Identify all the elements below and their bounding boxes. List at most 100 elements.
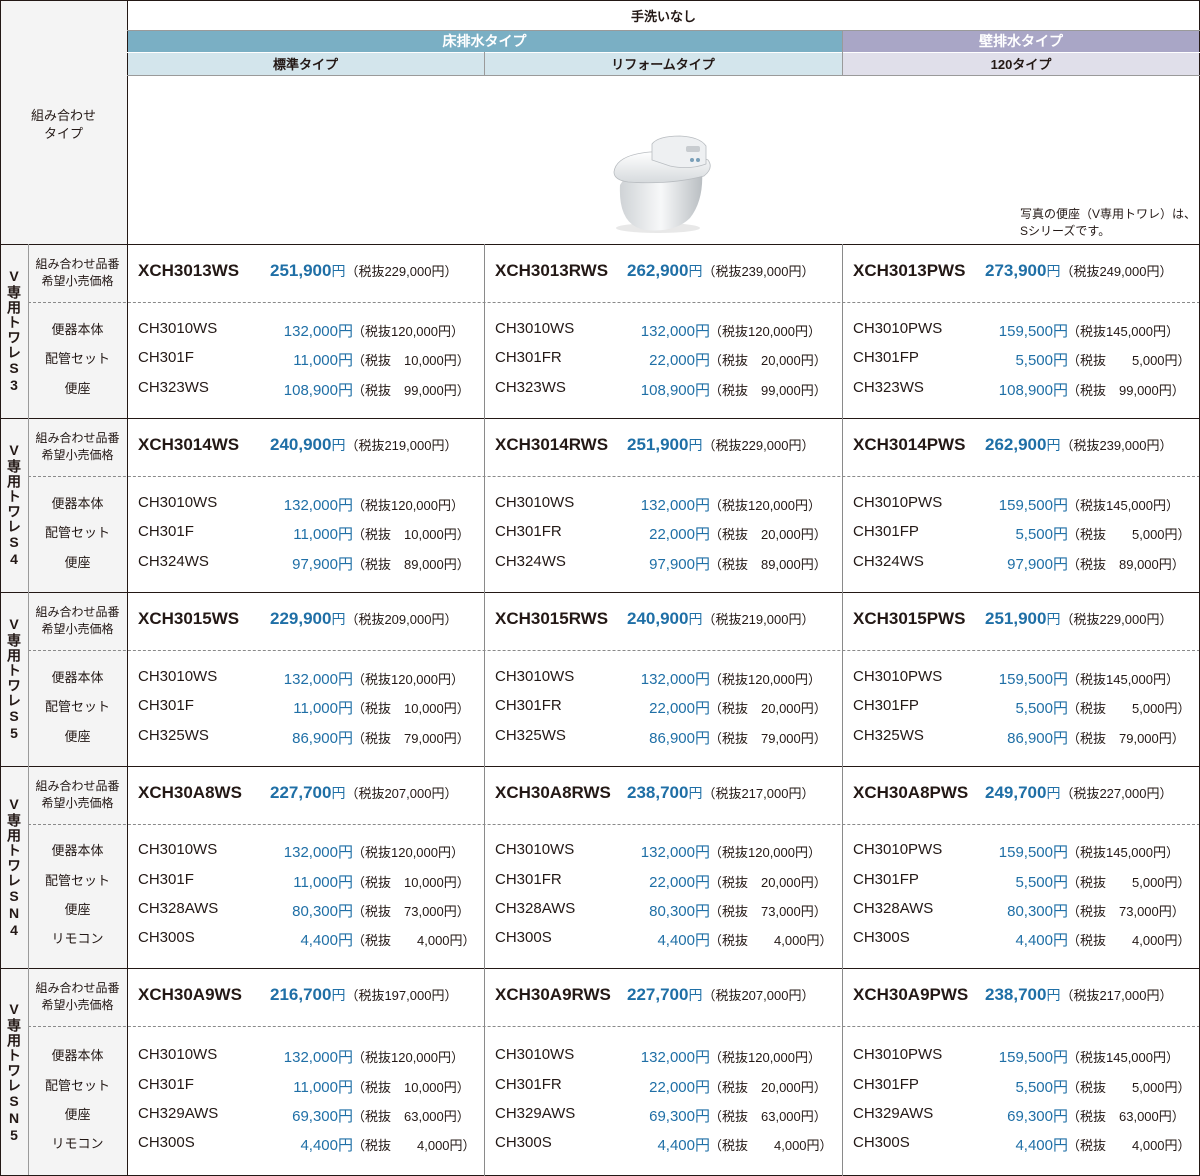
part-tax: （税抜 10,000円） bbox=[352, 353, 470, 369]
sub-120-type: 120タイプ bbox=[842, 52, 1200, 75]
block-divider bbox=[0, 244, 1200, 245]
combo-code: XCH3015WS bbox=[138, 609, 240, 628]
combo-price: 240,900円（税抜219,000円） bbox=[270, 435, 457, 455]
part-price: 97,900円 bbox=[292, 555, 353, 573]
part-tax: （税抜120,000円） bbox=[352, 672, 464, 688]
part-code: CH300S bbox=[495, 1134, 552, 1152]
item-label: 便器本体 bbox=[51, 496, 104, 512]
sub-reform-type: リフォームタイプ bbox=[484, 52, 842, 75]
combo-price-yen: 円 bbox=[331, 437, 346, 453]
part-code: CH329AWS bbox=[853, 1105, 934, 1122]
part-code: CH301F bbox=[138, 349, 194, 367]
part-tax: （税抜 5,000円） bbox=[1067, 874, 1191, 890]
part-code: CH300S bbox=[495, 929, 552, 947]
combo-code: XCH3013PWS bbox=[853, 261, 966, 280]
part-tax: （税抜 5,000円） bbox=[1067, 1079, 1191, 1095]
combo-price: 229,900円（税抜209,000円） bbox=[270, 609, 457, 629]
part-code: CH3010WS bbox=[138, 494, 218, 512]
combo-tax: （税抜227,000円） bbox=[1060, 786, 1173, 801]
part-tax: （税抜145,000円） bbox=[1067, 324, 1179, 340]
combo-price: 227,700円（税抜207,000円） bbox=[627, 985, 814, 1005]
combo-label: 組み合わせ品番 希望小売価格 bbox=[35, 431, 120, 462]
part-price: 132,000円 bbox=[283, 497, 353, 515]
combo-price-value: 251,900 bbox=[985, 609, 1047, 628]
part-tax: （税抜 20,000円） bbox=[709, 353, 827, 369]
item-label: 便器本体 bbox=[51, 1048, 104, 1064]
combo-price-yen: 円 bbox=[688, 263, 703, 279]
part-code: CH301FR bbox=[495, 870, 562, 888]
part-price: 11,000円 bbox=[293, 873, 353, 891]
combo-code: XCH3015RWS bbox=[495, 609, 609, 628]
combo-code: XCH30A8RWS bbox=[495, 783, 611, 802]
part-tax: （税抜 4,000円） bbox=[1067, 933, 1191, 949]
part-tax: （税抜 73,000円） bbox=[352, 904, 470, 919]
part-code: CH323WS bbox=[853, 378, 924, 396]
part-price: 5,500円 bbox=[1015, 526, 1068, 544]
part-price: 22,000円 bbox=[649, 1078, 710, 1096]
combo-price-value: 262,900 bbox=[985, 435, 1047, 454]
part-code: CH300S bbox=[853, 929, 910, 947]
part-tax: （税抜145,000円） bbox=[1067, 672, 1179, 688]
part-price: 80,300円 bbox=[649, 903, 710, 920]
combo-tax: （税抜239,000円） bbox=[702, 264, 815, 279]
combo-price-value: 238,700 bbox=[985, 985, 1047, 1004]
combo-code: XCH30A9RWS bbox=[495, 985, 611, 1004]
part-code: CH324WS bbox=[495, 552, 566, 570]
part-tax: （税抜 99,000円） bbox=[709, 382, 827, 398]
part-code: CH3010PWS bbox=[853, 494, 943, 512]
combo-price: 238,700円（税抜217,000円） bbox=[985, 985, 1172, 1005]
item-label: 便器本体 bbox=[51, 843, 104, 859]
part-price: 11,000円 bbox=[293, 352, 353, 370]
part-tax: （税抜 63,000円） bbox=[709, 1109, 827, 1124]
part-code: CH301FP bbox=[853, 870, 919, 888]
block-divider bbox=[0, 592, 1200, 593]
part-code: CH301FP bbox=[853, 697, 919, 715]
part-price: 132,000円 bbox=[640, 1049, 710, 1067]
part-code: CH323WS bbox=[495, 378, 566, 396]
part-code: CH329AWS bbox=[138, 1105, 219, 1122]
part-tax: （税抜 73,000円） bbox=[709, 904, 827, 919]
part-price: 11,000円 bbox=[293, 526, 353, 544]
combo-divider bbox=[28, 302, 1200, 303]
combo-tax: （税抜207,000円） bbox=[702, 988, 815, 1003]
combo-tax: （税抜229,000円） bbox=[345, 264, 458, 279]
combo-code: XCH30A9PWS bbox=[853, 985, 969, 1004]
part-price: 11,000円 bbox=[293, 1078, 353, 1096]
combo-code: XCH30A9WS bbox=[138, 985, 242, 1004]
part-price: 4,400円 bbox=[1015, 1137, 1068, 1155]
part-price: 132,000円 bbox=[283, 671, 353, 689]
combo-price-yen: 円 bbox=[688, 611, 703, 627]
part-tax: （税抜 63,000円） bbox=[1067, 1109, 1185, 1124]
part-tax: （税抜 20,000円） bbox=[709, 874, 827, 890]
combo-divider bbox=[28, 650, 1200, 651]
part-tax: （税抜 5,000円） bbox=[1067, 527, 1191, 543]
part-code: CH3010WS bbox=[138, 1046, 218, 1064]
combo-tax: （税抜197,000円） bbox=[345, 988, 458, 1003]
part-tax: （税抜120,000円） bbox=[709, 845, 821, 861]
part-code: CH3010WS bbox=[495, 494, 575, 512]
part-tax: （税抜 4,000円） bbox=[709, 1138, 833, 1154]
item-label: 配管セット bbox=[44, 1077, 110, 1093]
item-label: 便座 bbox=[64, 380, 91, 396]
part-price: 69,300円 bbox=[292, 1108, 353, 1125]
item-label: 便器本体 bbox=[51, 322, 104, 338]
part-code: CH3010PWS bbox=[853, 841, 943, 859]
combo-price: 251,900円（税抜229,000円） bbox=[985, 609, 1172, 629]
combo-price-value: 262,900 bbox=[627, 261, 689, 280]
part-tax: （税抜 79,000円） bbox=[709, 730, 827, 746]
block-divider bbox=[0, 968, 1200, 969]
combo-price-yen: 円 bbox=[688, 437, 703, 453]
part-price: 4,400円 bbox=[300, 1137, 353, 1155]
part-code: CH301FR bbox=[495, 1075, 562, 1093]
part-price: 5,500円 bbox=[1015, 1078, 1068, 1096]
combo-label: 組み合わせ品番 希望小売価格 bbox=[35, 605, 120, 636]
combo-price-value: 238,700 bbox=[627, 783, 689, 802]
part-tax: （税抜 4,000円） bbox=[1067, 1138, 1191, 1154]
part-tax: （税抜 99,000円） bbox=[352, 382, 470, 398]
combo-price-value: 240,900 bbox=[270, 435, 332, 454]
part-tax: （税抜 5,000円） bbox=[1067, 701, 1191, 717]
series-label: V専用トワレSN4 bbox=[0, 766, 28, 968]
part-tax: （税抜120,000円） bbox=[352, 498, 464, 514]
part-price: 159,500円 bbox=[998, 671, 1068, 689]
part-tax: （税抜145,000円） bbox=[1067, 845, 1179, 861]
